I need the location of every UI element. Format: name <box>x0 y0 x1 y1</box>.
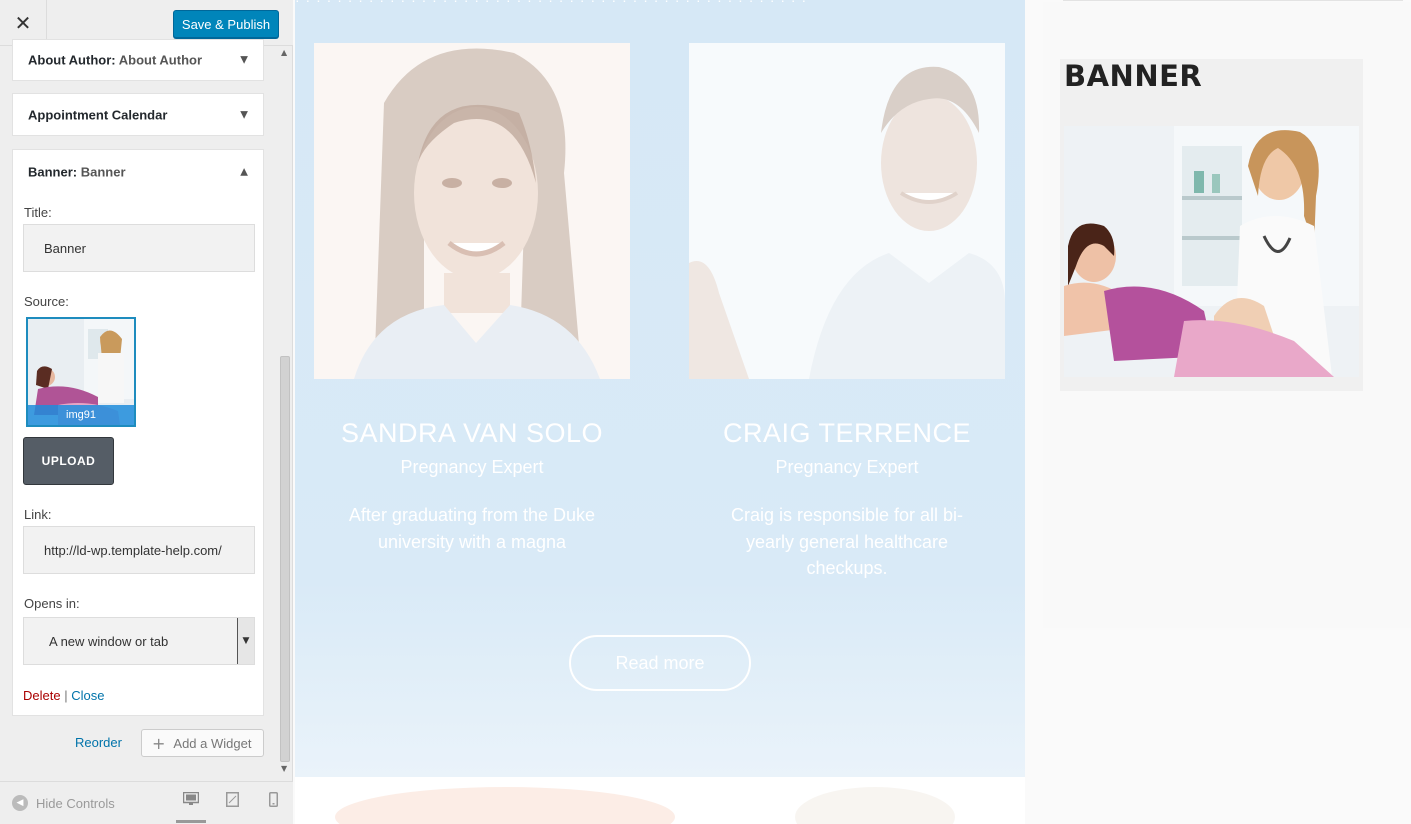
source-image-thumbnail[interactable]: img91 <box>26 317 136 427</box>
chevron-down-icon[interactable]: ▼ <box>240 55 248 66</box>
widget-instance-title: About Author <box>118 52 203 68</box>
chevron-down-icon[interactable]: ▼ <box>240 109 248 120</box>
next-section-image <box>295 777 1025 824</box>
opens-in-label: Opens in: <box>24 596 80 611</box>
widget-instance-title: Banner <box>80 164 126 179</box>
team-section: · · · · · · · · · · · · · · · · · · · · … <box>295 0 1025 777</box>
widget-actions: Delete | Close <box>23 688 104 703</box>
upload-button[interactable]: UPLOAD <box>23 437 114 485</box>
doctor-role: Pregnancy Expert <box>400 457 544 477</box>
collapse-arrow-icon: ◀ <box>12 795 28 811</box>
delete-link[interactable]: Delete <box>23 688 61 703</box>
panel-scrollbar[interactable]: ▲ ▼ <box>278 46 292 778</box>
widget-name: Appointment Calendar <box>28 107 168 122</box>
widget-name: Banner <box>28 164 73 179</box>
link-label: Link: <box>24 507 52 522</box>
widget-name: About Author <box>28 52 112 68</box>
save-publish-button[interactable]: Save & Publish <box>173 10 279 38</box>
mobile-preview-button[interactable] <box>258 792 288 823</box>
title-input[interactable]: Banner <box>23 224 255 272</box>
doctor-name: CRAIG TERRENCE <box>722 418 972 448</box>
source-filename: img91 <box>28 405 134 425</box>
desktop-icon <box>183 792 199 805</box>
doctor-description: After graduating from the Duke universit… <box>348 505 596 552</box>
next-section-preview <box>295 777 1025 824</box>
widget-banner[interactable]: Banner: Banner ▲ <box>12 149 264 194</box>
widget-title: Appointment Calendar <box>28 107 167 122</box>
opens-in-select[interactable]: A new window or tab ▼ <box>23 617 255 665</box>
doctor-portrait-woman <box>314 43 630 379</box>
top-partial-text: · · · · · · · · · · · · · · · · · · · · … <box>295 0 1025 6</box>
add-widget-label: Add a Widget <box>173 735 252 751</box>
scroll-thumb[interactable] <box>280 356 290 762</box>
desktop-preview-button[interactable] <box>176 792 206 823</box>
widget-title: Banner: Banner <box>28 164 126 179</box>
source-label: Source: <box>24 294 69 309</box>
widget-title: About Author: About Author <box>28 53 202 68</box>
mobile-icon <box>268 792 278 807</box>
banner-widget-preview: BANNER <box>1060 59 1363 391</box>
link-input[interactable]: http://ld-wp.template-help.com/ <box>23 526 255 574</box>
doctor-photo <box>314 43 630 379</box>
sidebar-divider <box>1063 0 1403 1</box>
widget-separator: : <box>72 164 81 179</box>
doctor-photo <box>689 43 1005 379</box>
reorder-link[interactable]: Reorder <box>75 735 122 750</box>
banner-widget-form: Title: Banner Source: img91 UPLOAD Link:… <box>12 193 264 716</box>
doctor-name: SANDRA VAN SOLO <box>340 418 604 448</box>
banner-photo <box>1064 126 1359 377</box>
widget-separator: : <box>111 52 119 68</box>
scroll-up-arrow-icon[interactable]: ▲ <box>281 48 287 57</box>
read-more-button[interactable]: Read more <box>569 635 751 691</box>
doctor-role: Pregnancy Expert <box>775 457 919 477</box>
opens-in-value: A new window or tab <box>49 633 169 649</box>
tablet-icon <box>225 792 239 807</box>
title-label: Title: <box>24 205 52 220</box>
site-preview: · · · · · · · · · · · · · · · · · · · · … <box>293 0 1411 824</box>
close-icon: ✕ <box>14 11 32 35</box>
actions-separator: | <box>64 688 68 703</box>
doctor-portrait-man <box>689 43 1005 379</box>
widget-about-author[interactable]: About Author: About Author ▼ <box>12 39 264 81</box>
dropdown-arrow-icon[interactable]: ▼ <box>237 618 254 664</box>
tablet-preview-button[interactable] <box>217 792 247 823</box>
widget-appointment-calendar[interactable]: Appointment Calendar ▼ <box>12 93 264 136</box>
customizer-panel: ✕ Save & Publish About Author: About Aut… <box>0 0 293 824</box>
doctor-description: Craig is responsible for all bi-yearly g… <box>730 505 964 578</box>
hide-controls-label: Hide Controls <box>36 795 115 811</box>
chevron-up-icon[interactable]: ▲ <box>240 166 248 177</box>
hide-controls-button[interactable]: ◀ Hide Controls <box>12 795 115 811</box>
plus-icon: + <box>152 733 166 753</box>
banner-image[interactable] <box>1064 126 1359 377</box>
close-link[interactable]: Close <box>71 688 104 703</box>
scroll-down-arrow-icon[interactable]: ▼ <box>281 764 287 773</box>
banner-title: BANNER <box>1064 59 1203 93</box>
customizer-footer: ◀ Hide Controls <box>0 781 293 824</box>
add-widget-button[interactable]: + Add a Widget <box>141 729 264 757</box>
